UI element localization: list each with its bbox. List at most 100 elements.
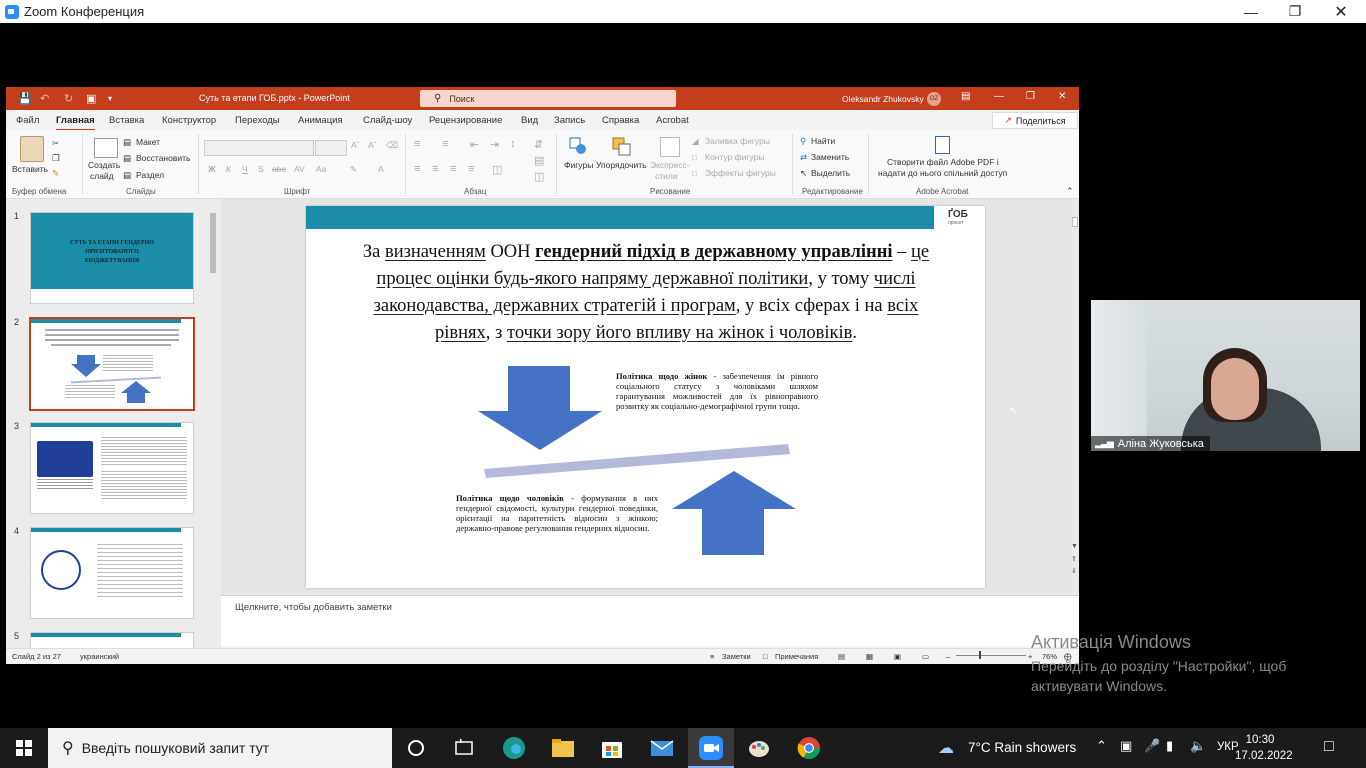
select-button[interactable]: Выделить xyxy=(811,168,850,178)
share-button[interactable]: ↗ Поделиться xyxy=(992,112,1078,129)
quick-styles-label-2[interactable]: стили xyxy=(655,171,678,181)
thumbnail-slide-1[interactable]: СУТЬ ТА ЕТАПИ ГЕНДЕРНО ОРІЄНТОВАНОГО БЮД… xyxy=(30,212,194,304)
redo-icon[interactable]: ↻ xyxy=(64,92,73,105)
replace-button[interactable]: Заменить xyxy=(811,152,849,162)
next-slide-icon[interactable]: ⇓ xyxy=(1071,567,1077,575)
spacing-icon[interactable]: AV xyxy=(294,164,305,174)
shape-fill-button[interactable]: Заливка фигуры xyxy=(705,136,770,146)
tab-insert[interactable]: Вставка xyxy=(109,115,144,126)
tab-file[interactable]: Файл xyxy=(16,115,39,126)
justify-icon[interactable]: ≡ xyxy=(468,163,474,175)
chrome-icon[interactable] xyxy=(797,736,821,760)
thumbnail-slide-3[interactable] xyxy=(30,422,194,514)
paste-icon[interactable] xyxy=(20,136,44,162)
minimize-icon[interactable]: — xyxy=(1228,0,1274,23)
scroll-down-icon[interactable]: ▼ xyxy=(1071,543,1078,550)
zoom-out-icon[interactable]: – xyxy=(946,652,950,661)
file-explorer-icon[interactable] xyxy=(551,736,575,760)
tray-chevron-icon[interactable]: ⌃ xyxy=(1096,738,1107,754)
participant-video[interactable]: ▂▃▅ Аліна Жуковська xyxy=(1091,300,1360,451)
start-button[interactable] xyxy=(0,728,48,768)
network-drive-icon[interactable]: ▣ xyxy=(1120,738,1132,754)
microphone-icon[interactable]: 🎤 xyxy=(1144,738,1160,754)
collapse-ribbon-icon[interactable]: ⌃ xyxy=(1066,186,1074,197)
battery-icon[interactable]: ▮ xyxy=(1166,738,1173,754)
shapes-icon[interactable] xyxy=(569,137,587,155)
men-policy-text[interactable]: Політика щодо чоловіків - формування в н… xyxy=(456,493,658,533)
undo-icon[interactable]: ↶ xyxy=(40,92,49,105)
mail-icon[interactable] xyxy=(650,736,674,760)
ppt-close-icon[interactable]: ✕ xyxy=(1058,91,1066,102)
ppt-minimize-icon[interactable]: — xyxy=(994,91,1004,102)
tab-home[interactable]: Главная xyxy=(56,115,95,131)
bold-icon[interactable]: Ж xyxy=(208,164,216,174)
new-slide-icon[interactable] xyxy=(94,138,118,158)
ppt-search-box[interactable]: ⚲ Поиск xyxy=(420,90,676,107)
up-arrow-shape[interactable] xyxy=(672,471,796,555)
clock[interactable]: 10:30 17.02.2022 xyxy=(1235,732,1293,764)
find-button[interactable]: Найти xyxy=(811,136,835,146)
weather-icon[interactable]: ☁ xyxy=(938,738,954,758)
avatar[interactable]: OZ xyxy=(927,92,941,106)
notes-toggle[interactable]: Заметки xyxy=(722,652,751,661)
font-color-icon[interactable]: A xyxy=(378,164,384,174)
notes-pane[interactable]: Щелкните, чтобы добавить заметки xyxy=(221,595,1079,646)
shadow-icon[interactable]: S xyxy=(258,164,264,174)
columns-icon[interactable]: ◫ xyxy=(492,163,502,176)
text-direction-icon[interactable]: ⇵ xyxy=(534,138,543,151)
thumbnail-scrollbar[interactable] xyxy=(209,199,217,649)
bullets-icon[interactable]: ≡ xyxy=(414,138,420,150)
acrobat-label-1[interactable]: Створити файл Adobe PDF і xyxy=(887,157,999,167)
thumbnail-slide-4[interactable] xyxy=(30,527,194,619)
quick-styles-label-1[interactable]: Экспресс- xyxy=(650,160,690,170)
tab-design[interactable]: Конструктор xyxy=(162,115,216,126)
tab-view[interactable]: Вид xyxy=(521,115,538,126)
comments-toggle[interactable]: Примечания xyxy=(775,652,818,661)
weather-text[interactable]: 7°C Rain showers xyxy=(968,740,1076,755)
tab-record[interactable]: Запись xyxy=(554,115,585,126)
notes-placeholder[interactable]: Щелкните, чтобы добавить заметки xyxy=(235,602,392,613)
grow-font-icon[interactable]: Aˆ xyxy=(351,140,360,150)
arrange-icon[interactable] xyxy=(612,137,632,157)
down-arrow-shape[interactable] xyxy=(478,366,602,450)
font-name-box[interactable] xyxy=(204,140,314,156)
numbering-icon[interactable]: ≡ xyxy=(442,138,448,150)
notifications-icon[interactable]: □ xyxy=(1324,738,1334,756)
format-painter-icon[interactable]: ✎ xyxy=(52,168,59,179)
slide-main-text[interactable]: За визначенням ООН гендерний підхід в де… xyxy=(352,239,940,347)
cut-icon[interactable]: ✂ xyxy=(52,138,59,149)
zoom-taskbar-button[interactable] xyxy=(688,728,734,768)
ppt-restore-icon[interactable]: ❐ xyxy=(1026,91,1035,102)
taskbar-search-box[interactable]: ⚲ Введіть пошуковий запит тут xyxy=(48,728,392,768)
paste-button[interactable]: Вставить xyxy=(12,164,48,174)
underline-icon[interactable]: Ч xyxy=(242,164,248,174)
reading-view-icon[interactable]: ▣ xyxy=(894,652,901,661)
italic-icon[interactable]: К xyxy=(226,164,231,174)
thumbnail-slide-5[interactable] xyxy=(30,632,194,648)
quick-styles-icon[interactable] xyxy=(660,137,680,157)
tab-acrobat[interactable]: Acrobat xyxy=(656,115,689,126)
strike-icon[interactable]: abc xyxy=(272,164,286,174)
current-slide[interactable]: ҐОБ проєкт За визначенням ООН гендерний п… xyxy=(306,206,985,588)
store-icon[interactable] xyxy=(600,736,624,760)
paint-icon[interactable] xyxy=(747,736,771,760)
layout-button[interactable]: Макет xyxy=(136,137,160,147)
tab-review[interactable]: Рецензирование xyxy=(429,115,502,126)
thumbnail-slide-2[interactable] xyxy=(29,317,195,411)
arrange-button[interactable]: Упорядочить xyxy=(596,160,647,170)
align-text-icon[interactable]: ▤ xyxy=(534,154,544,167)
indent-more-icon[interactable]: ⇥ xyxy=(490,138,499,151)
editor-scrollbar[interactable]: ▼ ⇑ ⇓ xyxy=(1071,199,1079,595)
normal-view-icon[interactable]: ▤ xyxy=(838,652,845,661)
highlight-icon[interactable]: ✎ xyxy=(350,164,357,175)
edge-icon[interactable] xyxy=(502,736,526,760)
tab-help[interactable]: Справка xyxy=(602,115,639,126)
ribbon-display-icon[interactable]: ▤ xyxy=(961,91,970,102)
section-button[interactable]: Раздел xyxy=(136,170,164,180)
cortana-icon[interactable] xyxy=(404,736,428,760)
reset-button[interactable]: Восстановить xyxy=(136,153,190,163)
indent-less-icon[interactable]: ⇤ xyxy=(470,138,479,151)
customize-qat-icon[interactable]: ▾ xyxy=(108,94,112,103)
copy-icon[interactable]: ❐ xyxy=(52,153,60,164)
new-slide-label-1[interactable]: Создать xyxy=(88,160,120,170)
